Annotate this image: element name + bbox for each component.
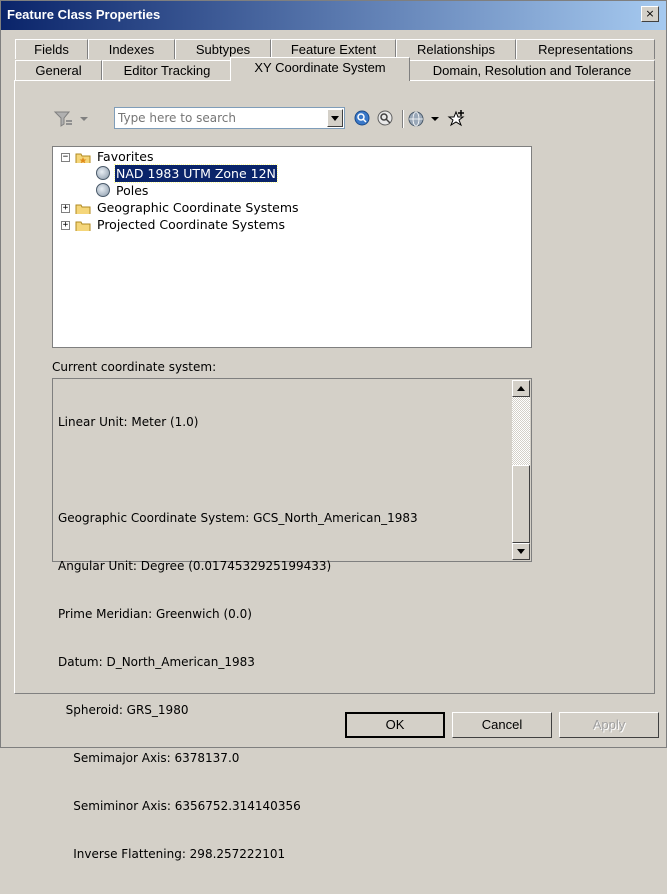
arrow-down-icon <box>517 549 525 554</box>
details-line: Datum: D_North_American_1983 <box>58 655 255 669</box>
details-line: Angular Unit: Degree (0.0174532925199433… <box>58 559 332 573</box>
add-favorite-icon <box>447 110 465 127</box>
search-combobox[interactable] <box>114 107 345 129</box>
add-to-favorites-button[interactable] <box>447 109 467 129</box>
tab-domain-resolution-tolerance[interactable]: Domain, Resolution and Tolerance <box>409 60 655 80</box>
dropdown-arrow-icon <box>431 117 439 121</box>
clear-search-button[interactable] <box>376 109 396 129</box>
close-icon: × <box>645 7 655 20</box>
toolbar-separator <box>402 110 403 128</box>
window-title: Feature Class Properties <box>7 7 161 22</box>
folder-icon <box>75 221 91 231</box>
dropdown-arrow-icon <box>80 117 88 121</box>
folder-icon <box>75 204 91 214</box>
current-coordinate-system-label: Current coordinate system: <box>52 360 217 374</box>
expand-geographic-toggle[interactable]: + <box>61 204 70 213</box>
details-text: Linear Unit: Meter (1.0) Geographic Coor… <box>58 382 418 894</box>
tree-node-geographic-coordinate-systems[interactable]: Geographic Coordinate Systems <box>97 199 299 216</box>
details-scrollbar[interactable] <box>512 380 530 560</box>
tab-representations[interactable]: Representations <box>516 39 655 59</box>
tab-feature-extent[interactable]: Feature Extent <box>271 39 396 59</box>
details-line: Inverse Flattening: 298.257222101 <box>58 847 286 861</box>
search-icon <box>354 110 370 126</box>
cancel-button[interactable]: Cancel <box>452 712 552 738</box>
coordinate-system-tree[interactable]: − Favorites NAD 1983 UTM Zone 12N Poles … <box>52 146 532 348</box>
details-line: Linear Unit: Meter (1.0) <box>58 415 199 429</box>
expand-projected-toggle[interactable]: + <box>61 221 70 230</box>
scroll-up-button[interactable] <box>512 380 530 397</box>
coordinate-system-icon <box>96 166 110 180</box>
filter-icon <box>53 111 88 127</box>
scroll-track[interactable] <box>512 397 530 465</box>
collapse-favorites-toggle[interactable]: − <box>61 153 70 162</box>
tab-subtypes[interactable]: Subtypes <box>175 39 271 59</box>
title-bar[interactable]: Feature Class Properties × <box>1 1 666 30</box>
tree-node-favorites[interactable]: Favorites <box>97 148 153 165</box>
search-button[interactable] <box>353 109 373 129</box>
current-coordinate-system-details[interactable]: Linear Unit: Meter (1.0) Geographic Coor… <box>52 378 532 861</box>
details-line: Semimajor Axis: 6378137.0 <box>58 751 240 765</box>
tab-xy-coordinate-system[interactable]: XY Coordinate System <box>230 57 410 81</box>
clear-search-icon <box>377 110 393 126</box>
arrow-up-icon <box>517 386 525 391</box>
details-line: Semiminor Axis: 6356752.314140356 <box>58 799 301 813</box>
globe-icon <box>408 111 439 127</box>
favorites-folder-icon <box>75 153 91 163</box>
add-coordinate-system-button[interactable] <box>407 109 443 129</box>
tab-indexes[interactable]: Indexes <box>88 39 175 59</box>
coordinate-system-icon <box>96 183 110 197</box>
tree-node-projected-coordinate-systems[interactable]: Projected Coordinate Systems <box>97 216 285 233</box>
close-button[interactable]: × <box>641 6 659 22</box>
search-dropdown-button[interactable] <box>327 109 343 127</box>
search-input[interactable] <box>118 110 323 126</box>
tab-fields[interactable]: Fields <box>15 39 88 59</box>
ok-button[interactable]: OK <box>345 712 445 738</box>
tree-node-poles[interactable]: Poles <box>116 182 148 199</box>
details-line: Geographic Coordinate System: GCS_North_… <box>58 511 418 525</box>
chevron-down-icon <box>331 116 339 121</box>
feature-class-properties-window: Feature Class Properties × Fields Indexe… <box>0 0 667 861</box>
details-line <box>58 462 418 478</box>
tab-general[interactable]: General <box>15 60 102 80</box>
scroll-thumb[interactable] <box>512 465 530 543</box>
details-line: Prime Meridian: Greenwich (0.0) <box>58 607 252 621</box>
tree-node-nad-1983-utm-zone-12n[interactable]: NAD 1983 UTM Zone 12N <box>114 164 278 183</box>
scroll-down-button[interactable] <box>512 543 530 560</box>
tab-editor-tracking[interactable]: Editor Tracking <box>102 60 232 80</box>
tab-relationships[interactable]: Relationships <box>396 39 516 59</box>
apply-button[interactable]: Apply <box>559 712 659 738</box>
filter-button[interactable] <box>53 109 93 129</box>
